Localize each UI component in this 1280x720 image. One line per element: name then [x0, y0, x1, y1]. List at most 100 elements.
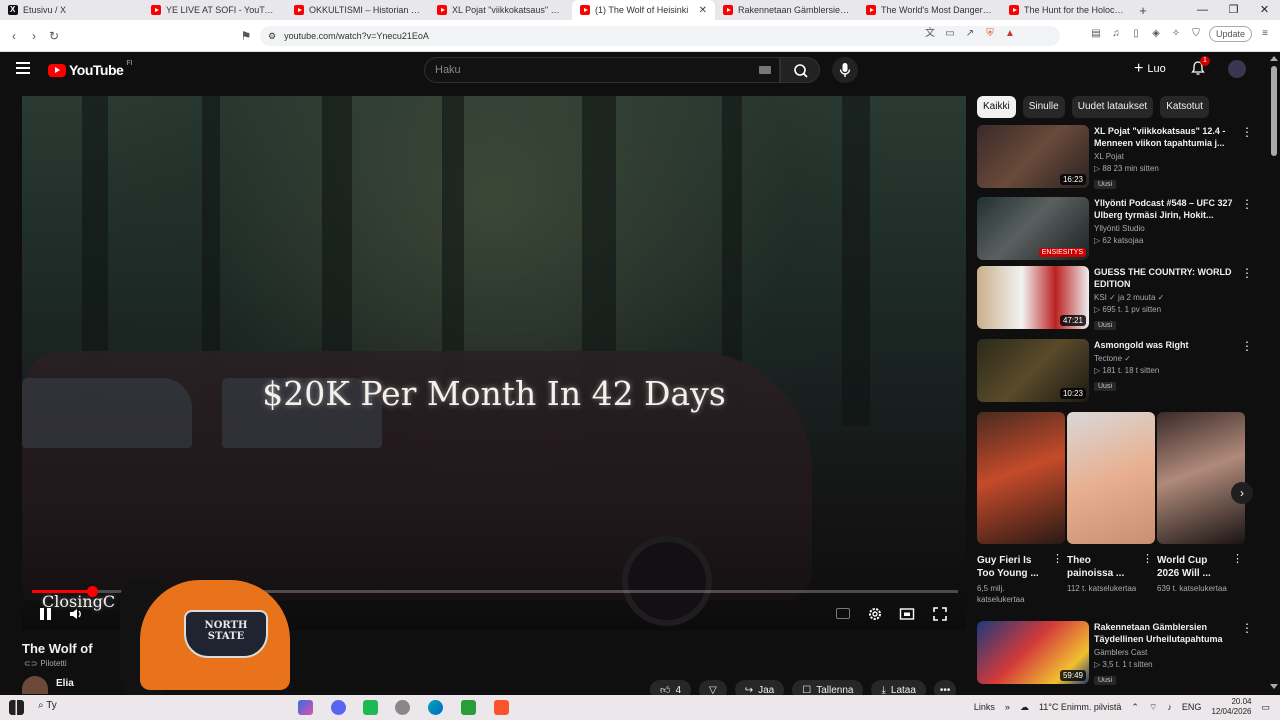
clock[interactable]: 20.04 12/04/2026 — [1211, 697, 1251, 717]
channel-name[interactable]: Elia — [56, 678, 74, 689]
browser-tab[interactable]: OKKULTISMI – Historian hylätty — [286, 0, 429, 20]
page-scrollbar[interactable] — [1268, 52, 1280, 695]
vpn-icon[interactable]: ⛉ — [1189, 27, 1203, 41]
notification-center-icon[interactable]: ▭ — [1261, 702, 1270, 713]
short-thumbnail[interactable] — [1157, 412, 1245, 544]
video-thumbnail[interactable]: 59:49 — [977, 621, 1089, 684]
chip-for-you[interactable]: Sinulle — [1022, 96, 1065, 118]
youtube-logo[interactable]: YouTube FI — [48, 60, 133, 78]
menu-icon[interactable]: ≡ — [1258, 27, 1272, 41]
channel-name[interactable]: Gämblers Cast — [1094, 648, 1234, 657]
video-title[interactable]: GUESS THE COUNTRY: WORLD EDITION — [1094, 266, 1234, 290]
search-button[interactable] — [780, 57, 820, 83]
translate-icon[interactable]: 文 — [923, 27, 937, 41]
extensions-icon[interactable]: ✧ — [1169, 27, 1183, 41]
fullscreen-icon[interactable] — [932, 606, 948, 622]
taskbar-search[interactable]: ⌕ Ty — [38, 700, 57, 711]
update-button[interactable]: Update — [1208, 26, 1252, 42]
video-thumbnail[interactable]: 10:23 — [977, 339, 1089, 402]
short-title[interactable]: World Cup 2026 Will ... — [1157, 554, 1227, 580]
create-button[interactable]: + Luo — [1126, 59, 1174, 79]
tray-overflow-icon[interactable]: ⌃ — [1131, 702, 1139, 713]
brave-icon[interactable] — [494, 700, 509, 715]
keyboard-icon[interactable] — [759, 66, 771, 74]
more-vertical-icon[interactable]: ⋮ — [1241, 198, 1253, 210]
browser-tab[interactable]: Etusivu / X — [0, 0, 143, 20]
more-vertical-icon[interactable]: ⋮ — [1241, 126, 1253, 138]
settings-gear-icon[interactable] — [867, 606, 883, 622]
browser-tab[interactable]: The World's Most Dangerous V — [858, 0, 1001, 20]
chip-watched[interactable]: Katsotut — [1160, 96, 1209, 118]
weather-text[interactable]: 11°C Enimm. pilvistä — [1039, 702, 1121, 712]
short-item[interactable]: World Cup 2026 Will ... 639 t. katseluke… — [1157, 412, 1245, 594]
more-vertical-icon[interactable]: ⋮ — [1241, 622, 1253, 634]
share-icon[interactable]: ↗ — [963, 27, 977, 41]
reading-list-icon[interactable]: ▯ — [1129, 27, 1143, 41]
browser-tab[interactable]: The Hunt for the Holocaust Ar — [1001, 0, 1133, 20]
channel-name[interactable]: KSI ✓ ja 2 muuta ✓ — [1094, 293, 1234, 302]
channel-name[interactable]: Yllyönti Studio — [1094, 224, 1234, 233]
more-vertical-icon[interactable]: ⋮ — [1241, 340, 1253, 352]
subtitles-icon[interactable] — [836, 608, 850, 619]
pause-icon[interactable] — [38, 606, 54, 622]
cast-icon[interactable]: ▭ — [943, 27, 957, 41]
channel-name[interactable]: Tectone ✓ — [1094, 354, 1234, 363]
reload-icon[interactable]: ↻ — [44, 29, 64, 43]
shorts-next-button[interactable]: › — [1231, 482, 1253, 504]
recommended-video[interactable]: 16:23 XL Pojat "viikkokatsaus" 12.4 - Me… — [977, 125, 1263, 189]
search-input[interactable]: Haku — [424, 57, 780, 83]
browser-tab[interactable]: XL Pojat "viikkokatsaus" 12.4 - — [429, 0, 572, 20]
browser-tab[interactable]: YE LIVE AT SOFI - YouTube — [143, 0, 286, 20]
more-vertical-icon[interactable]: ⋮ — [1241, 267, 1253, 279]
short-item[interactable]: Guy Fieri Is Too Young ... 6,5 milj. kat… — [977, 412, 1065, 605]
speaker-icon[interactable]: ♪ — [1167, 702, 1172, 712]
video-thumbnail[interactable]: 47:21 — [977, 266, 1089, 329]
recommended-video[interactable]: 10:23 Asmongold was Right Tectone ✓ ▷ 18… — [977, 339, 1263, 403]
video-title[interactable]: Yllyönti Podcast #548 – UFC 327 Ulberg t… — [1094, 197, 1234, 221]
maximize-icon[interactable]: ❐ — [1218, 0, 1249, 20]
site-info-icon[interactable]: ⚙ — [268, 31, 276, 42]
wifi-icon[interactable]: ⌔ — [1149, 702, 1157, 713]
recommended-video[interactable]: 59:49 Rakennetaan Gämblersien Täydelline… — [977, 621, 1263, 685]
windows-start-icon[interactable] — [9, 700, 24, 715]
spotify-like-icon[interactable] — [363, 700, 378, 715]
more-vertical-icon[interactable]: ⋮ — [1232, 552, 1243, 565]
short-title[interactable]: Theo painoissa ... — [1067, 554, 1137, 580]
back-icon[interactable]: ‹ — [4, 29, 24, 43]
miniplayer-icon[interactable] — [899, 606, 915, 622]
channel-avatar[interactable] — [22, 676, 48, 694]
short-item[interactable]: Theo painoissa ... 112 t. katselukertaa … — [1067, 412, 1155, 594]
play-store-icon[interactable] — [461, 700, 476, 715]
account-avatar[interactable] — [1228, 60, 1246, 78]
chip-all[interactable]: Kaikki — [977, 96, 1016, 118]
brave-rewards-icon[interactable]: ▲ — [1003, 27, 1017, 41]
folder-icon[interactable] — [298, 700, 313, 715]
edge-icon[interactable] — [428, 700, 443, 715]
more-vertical-icon[interactable]: ⋮ — [1052, 552, 1063, 565]
app-shield-icon[interactable] — [395, 700, 410, 715]
wallet-icon[interactable]: ◈ — [1149, 27, 1163, 41]
new-tab-button[interactable]: + — [1133, 3, 1153, 18]
browser-tab-active[interactable]: (1) The Wolf of Heisinki ✕ — [572, 0, 715, 20]
short-title[interactable]: Guy Fieri Is Too Young ... — [977, 554, 1047, 580]
video-player[interactable]: $20K Per Month In 42 Days ClosingC — [22, 96, 966, 630]
short-thumbnail[interactable] — [977, 412, 1065, 544]
scroll-up-icon[interactable] — [1270, 56, 1278, 61]
video-thumbnail[interactable]: 16:23 — [977, 125, 1089, 188]
close-window-icon[interactable]: ✕ — [1249, 0, 1280, 20]
sidebar-icon[interactable]: ▤ — [1089, 27, 1103, 41]
more-vertical-icon[interactable]: ⋮ — [1142, 552, 1153, 565]
scroll-down-icon[interactable] — [1270, 684, 1278, 689]
channel-name[interactable]: XL Pojat — [1094, 152, 1234, 161]
brave-shield-icon[interactable]: ⛨ — [983, 27, 997, 41]
voice-search-button[interactable] — [832, 57, 858, 83]
video-title[interactable]: Asmongold was Right — [1094, 339, 1234, 351]
close-tab-icon[interactable]: ✕ — [699, 5, 707, 16]
short-thumbnail[interactable] — [1067, 412, 1155, 544]
browser-tab[interactable]: Rakennetaan Gämblersien Täyd — [715, 0, 858, 20]
chevron-right-icon[interactable]: » — [1005, 702, 1010, 712]
language-indicator[interactable]: ENG — [1182, 702, 1202, 712]
forward-icon[interactable]: › — [24, 29, 44, 43]
links-toolbar[interactable]: Links — [974, 702, 995, 712]
video-title[interactable]: XL Pojat "viikkokatsaus" 12.4 - Menneen … — [1094, 125, 1234, 149]
